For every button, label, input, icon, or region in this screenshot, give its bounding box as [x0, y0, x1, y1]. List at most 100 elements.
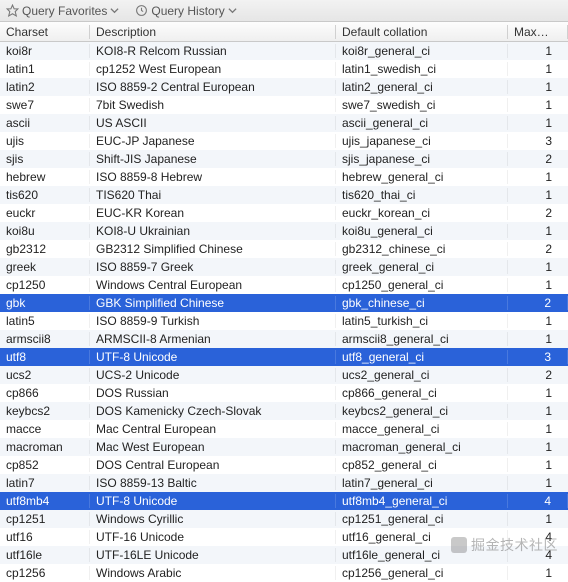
cell-charset: utf16 [0, 530, 90, 544]
cell-maxlen: 1 [508, 422, 568, 436]
cell-collation: gbk_chinese_ci [336, 296, 508, 310]
cell-collation: hebrew_general_ci [336, 170, 508, 184]
cell-description: UTF-16 Unicode [90, 530, 336, 544]
cell-charset: armscii8 [0, 332, 90, 346]
cell-charset: koi8u [0, 224, 90, 238]
cell-collation: koi8r_general_ci [336, 44, 508, 58]
table-row[interactable]: swe77bit Swedishswe7_swedish_ci1 [0, 96, 568, 114]
cell-charset: tis620 [0, 188, 90, 202]
table-row[interactable]: cp1256Windows Arabiccp1256_general_ci1 [0, 564, 568, 582]
table-row[interactable]: tis620TIS620 Thaitis620_thai_ci1 [0, 186, 568, 204]
cell-collation: tis620_thai_ci [336, 188, 508, 202]
col-header-collation[interactable]: Default collation [336, 25, 508, 39]
cell-charset: latin5 [0, 314, 90, 328]
cell-collation: utf16_general_ci [336, 530, 508, 544]
cell-charset: latin2 [0, 80, 90, 94]
table-row[interactable]: asciiUS ASCIIascii_general_ci1 [0, 114, 568, 132]
cell-charset: latin7 [0, 476, 90, 490]
cell-description: Mac West European [90, 440, 336, 454]
cell-charset: latin1 [0, 62, 90, 76]
cell-collation: cp852_general_ci [336, 458, 508, 472]
cell-collation: utf8_general_ci [336, 350, 508, 364]
cell-charset: cp1251 [0, 512, 90, 526]
table-row[interactable]: koi8uKOI8-U Ukrainiankoi8u_general_ci1 [0, 222, 568, 240]
table-row[interactable]: cp1251Windows Cyrilliccp1251_general_ci1 [0, 510, 568, 528]
cell-collation: ascii_general_ci [336, 116, 508, 130]
table-row[interactable]: koi8rKOI8-R Relcom Russiankoi8r_general_… [0, 42, 568, 60]
cell-maxlen: 2 [508, 206, 568, 220]
cell-charset: koi8r [0, 44, 90, 58]
cell-description: Mac Central European [90, 422, 336, 436]
table-row[interactable]: latin1cp1252 West Europeanlatin1_swedish… [0, 60, 568, 78]
cell-maxlen: 1 [508, 278, 568, 292]
table-row[interactable]: latin5ISO 8859-9 Turkishlatin5_turkish_c… [0, 312, 568, 330]
star-icon [6, 4, 19, 17]
table-row[interactable]: greekISO 8859-7 Greekgreek_general_ci1 [0, 258, 568, 276]
cell-maxlen: 4 [508, 530, 568, 544]
cell-description: US ASCII [90, 116, 336, 130]
cell-maxlen: 1 [508, 44, 568, 58]
cell-description: ISO 8859-13 Baltic [90, 476, 336, 490]
table-row[interactable]: utf8UTF-8 Unicodeutf8_general_ci3 [0, 348, 568, 366]
table-row[interactable]: ujisEUC-JP Japaneseujis_japanese_ci3 [0, 132, 568, 150]
table-row[interactable]: keybcs2DOS Kamenicky Czech-Slovakkeybcs2… [0, 402, 568, 420]
cell-collation: cp1256_general_ci [336, 566, 508, 580]
cell-collation: sjis_japanese_ci [336, 152, 508, 166]
cell-maxlen: 1 [508, 62, 568, 76]
cell-collation: swe7_swedish_ci [336, 98, 508, 112]
cell-description: UTF-8 Unicode [90, 494, 336, 508]
col-header-maxlen[interactable]: Maxlen [508, 25, 568, 39]
table-row[interactable]: gbkGBK Simplified Chinesegbk_chinese_ci2 [0, 294, 568, 312]
table-row[interactable]: cp866DOS Russiancp866_general_ci1 [0, 384, 568, 402]
cell-maxlen: 4 [508, 548, 568, 562]
table-row[interactable]: utf16UTF-16 Unicodeutf16_general_ci4 [0, 528, 568, 546]
table-row[interactable]: cp852DOS Central Europeancp852_general_c… [0, 456, 568, 474]
table-row[interactable]: armscii8ARMSCII-8 Armenianarmscii8_gener… [0, 330, 568, 348]
cell-collation: ujis_japanese_ci [336, 134, 508, 148]
table-row[interactable]: utf16leUTF-16LE Unicodeutf16le_general_c… [0, 546, 568, 564]
col-header-description[interactable]: Description [90, 25, 336, 39]
history-label: Query History [151, 4, 224, 18]
cell-charset: euckr [0, 206, 90, 220]
cell-description: 7bit Swedish [90, 98, 336, 112]
table-row[interactable]: sjisShift-JIS Japanesesjis_japanese_ci2 [0, 150, 568, 168]
cell-charset: utf16le [0, 548, 90, 562]
cell-maxlen: 2 [508, 296, 568, 310]
table-row[interactable]: ucs2UCS-2 Unicodeucs2_general_ci2 [0, 366, 568, 384]
cell-maxlen: 1 [508, 566, 568, 580]
table-row[interactable]: utf8mb4UTF-8 Unicodeutf8mb4_general_ci4 [0, 492, 568, 510]
table-row[interactable]: cp1250Windows Central Europeancp1250_gen… [0, 276, 568, 294]
cell-maxlen: 3 [508, 350, 568, 364]
cell-maxlen: 1 [508, 386, 568, 400]
cell-maxlen: 2 [508, 368, 568, 382]
table-row[interactable]: macromanMac West Europeanmacroman_genera… [0, 438, 568, 456]
table-row[interactable]: gb2312GB2312 Simplified Chinesegb2312_ch… [0, 240, 568, 258]
cell-collation: macroman_general_ci [336, 440, 508, 454]
cell-description: ISO 8859-2 Central European [90, 80, 336, 94]
chevron-down-icon [228, 6, 237, 15]
table-header: Charset Description Default collation Ma… [0, 22, 568, 42]
query-history-button[interactable]: Query History [135, 4, 236, 18]
cell-maxlen: 1 [508, 512, 568, 526]
table-row[interactable]: latin7ISO 8859-13 Balticlatin7_general_c… [0, 474, 568, 492]
cell-description: ISO 8859-9 Turkish [90, 314, 336, 328]
cell-collation: cp866_general_ci [336, 386, 508, 400]
cell-maxlen: 1 [508, 476, 568, 490]
table-row[interactable]: macceMac Central Europeanmacce_general_c… [0, 420, 568, 438]
cell-maxlen: 1 [508, 404, 568, 418]
cell-maxlen: 1 [508, 188, 568, 202]
cell-charset: macce [0, 422, 90, 436]
cell-collation: utf8mb4_general_ci [336, 494, 508, 508]
cell-description: DOS Kamenicky Czech-Slovak [90, 404, 336, 418]
query-favorites-button[interactable]: Query Favorites [6, 4, 119, 18]
cell-maxlen: 3 [508, 134, 568, 148]
cell-description: DOS Russian [90, 386, 336, 400]
col-header-charset[interactable]: Charset [0, 25, 90, 39]
table-row[interactable]: euckrEUC-KR Koreaneuckr_korean_ci2 [0, 204, 568, 222]
cell-description: KOI8-R Relcom Russian [90, 44, 336, 58]
cell-maxlen: 2 [508, 242, 568, 256]
cell-charset: gbk [0, 296, 90, 310]
cell-description: EUC-KR Korean [90, 206, 336, 220]
table-row[interactable]: latin2ISO 8859-2 Central Europeanlatin2_… [0, 78, 568, 96]
table-row[interactable]: hebrewISO 8859-8 Hebrewhebrew_general_ci… [0, 168, 568, 186]
